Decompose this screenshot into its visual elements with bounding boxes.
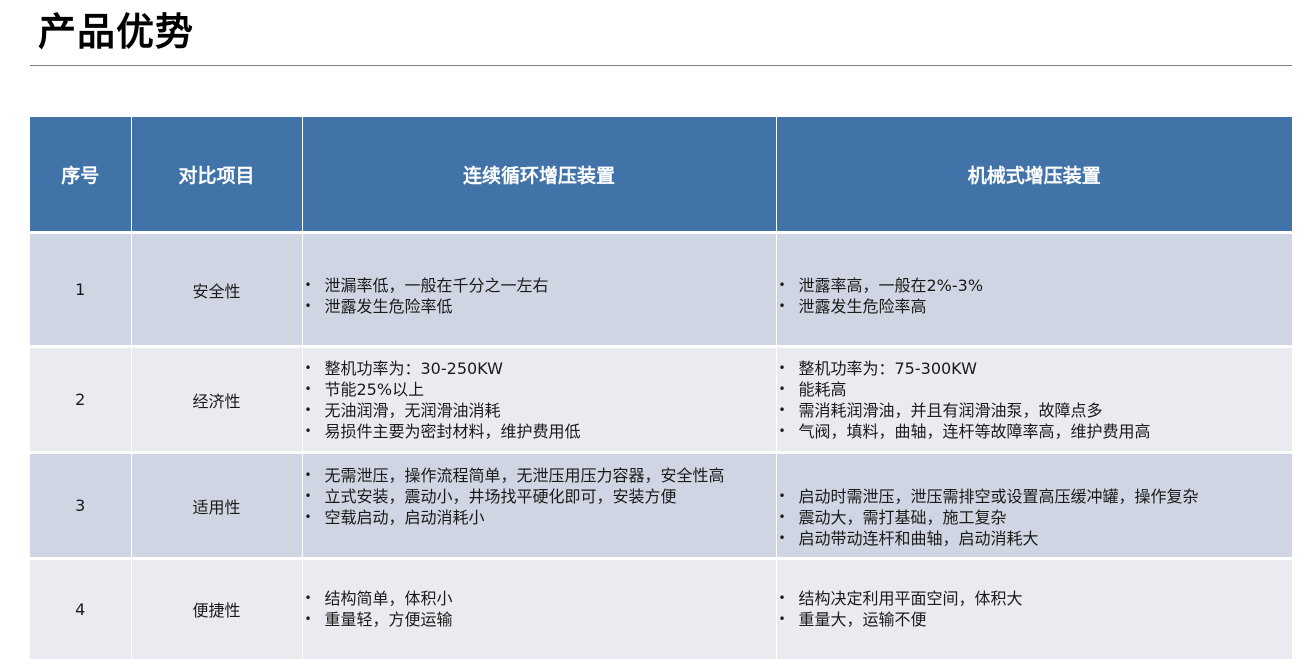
mechanical-cell: 结构决定利用平面空间，体积大 重量大，运输不便	[775, 557, 1293, 659]
list-item: 结构简单，体积小	[305, 588, 776, 609]
list-item: 能耗高	[779, 379, 1293, 400]
mechanical-cell: 整机功率为：75-300KW 能耗高 需消耗润滑油，并且有润滑油泵，故障点多 气…	[775, 345, 1293, 453]
page-title: 产品优势	[38, 10, 195, 54]
list-item: 启动时需泄压，泄压需排空或设置高压缓冲罐，操作复杂	[779, 486, 1293, 507]
list-item: 泄露发生危险率低	[305, 296, 776, 317]
list-item: 整机功率为：30-250KW	[305, 358, 776, 379]
list-item: 结构决定利用平面空间，体积大	[779, 588, 1293, 609]
list-item: 泄露率高，一般在2%-3%	[779, 275, 1293, 296]
header-item: 对比项目	[130, 117, 302, 233]
mechanical-cell: 泄露率高，一般在2%-3% 泄露发生危险率高	[775, 231, 1293, 347]
table-row: 3 适用性 无需泄压，操作流程简单，无泄压用压力容器，安全性高 立式安装，震动小…	[30, 451, 1293, 559]
row-number: 1	[30, 231, 131, 347]
header-continuous: 连续循环增压装置	[301, 117, 776, 233]
list-item: 易损件主要为密封材料，维护费用低	[305, 421, 776, 442]
comparison-table: 序号 对比项目 连续循环增压装置 机械式增压装置 1 安全性 泄漏率低，一般在千…	[30, 117, 1292, 659]
continuous-cell: 整机功率为：30-250KW 节能25%以上 无油润滑，无润滑油消耗 易损件主要…	[301, 345, 776, 453]
continuous-cell: 泄漏率低，一般在千分之一左右 泄露发生危险率低	[301, 231, 776, 347]
table-row: 1 安全性 泄漏率低，一般在千分之一左右 泄露发生危险率低 泄露率高，一般在2%…	[30, 231, 1293, 347]
list-item: 需消耗润滑油，并且有润滑油泵，故障点多	[779, 400, 1293, 421]
row-number: 4	[30, 557, 131, 659]
list-item: 泄漏率低，一般在千分之一左右	[305, 275, 776, 296]
list-item: 气阀，填料，曲轴，连杆等故障率高，维护费用高	[779, 421, 1293, 442]
list-item: 泄露发生危险率高	[779, 296, 1293, 317]
list-item: 空载启动，启动消耗小	[305, 507, 776, 528]
table-header-row: 序号 对比项目 连续循环增压装置 机械式增压装置	[30, 117, 1292, 233]
table-row: 2 经济性 整机功率为：30-250KW 节能25%以上 无油润滑，无润滑油消耗…	[30, 345, 1293, 453]
list-item: 重量轻，方便运输	[305, 609, 776, 630]
row-number: 2	[30, 345, 131, 453]
list-item: 启动带动连杆和曲轴，启动消耗大	[779, 528, 1293, 549]
list-item: 无需泄压，操作流程简单，无泄压用压力容器，安全性高	[305, 465, 776, 486]
header-no: 序号	[30, 117, 131, 233]
title-divider	[30, 65, 1292, 66]
list-item: 震动大，需打基础，施工复杂	[779, 507, 1293, 528]
mechanical-cell: 启动时需泄压，泄压需排空或设置高压缓冲罐，操作复杂 震动大，需打基础，施工复杂 …	[775, 451, 1293, 559]
list-item: 无油润滑，无润滑油消耗	[305, 400, 776, 421]
row-number: 3	[30, 451, 131, 559]
continuous-cell: 无需泄压，操作流程简单，无泄压用压力容器，安全性高 立式安装，震动小，井场找平硬…	[301, 451, 776, 559]
table-row: 4 便捷性 结构简单，体积小 重量轻，方便运输 结构决定利用平面空间，体积大 重…	[30, 557, 1293, 659]
list-item: 立式安装，震动小，井场找平硬化即可，安装方便	[305, 486, 776, 507]
row-item: 安全性	[130, 231, 302, 347]
header-mechanical: 机械式增压装置	[775, 117, 1292, 233]
list-item: 重量大，运输不便	[779, 609, 1293, 630]
row-item: 适用性	[130, 451, 302, 559]
row-item: 经济性	[130, 345, 302, 453]
row-item: 便捷性	[130, 557, 302, 659]
list-item: 节能25%以上	[305, 379, 776, 400]
list-item: 整机功率为：75-300KW	[779, 358, 1293, 379]
continuous-cell: 结构简单，体积小 重量轻，方便运输	[301, 557, 776, 659]
